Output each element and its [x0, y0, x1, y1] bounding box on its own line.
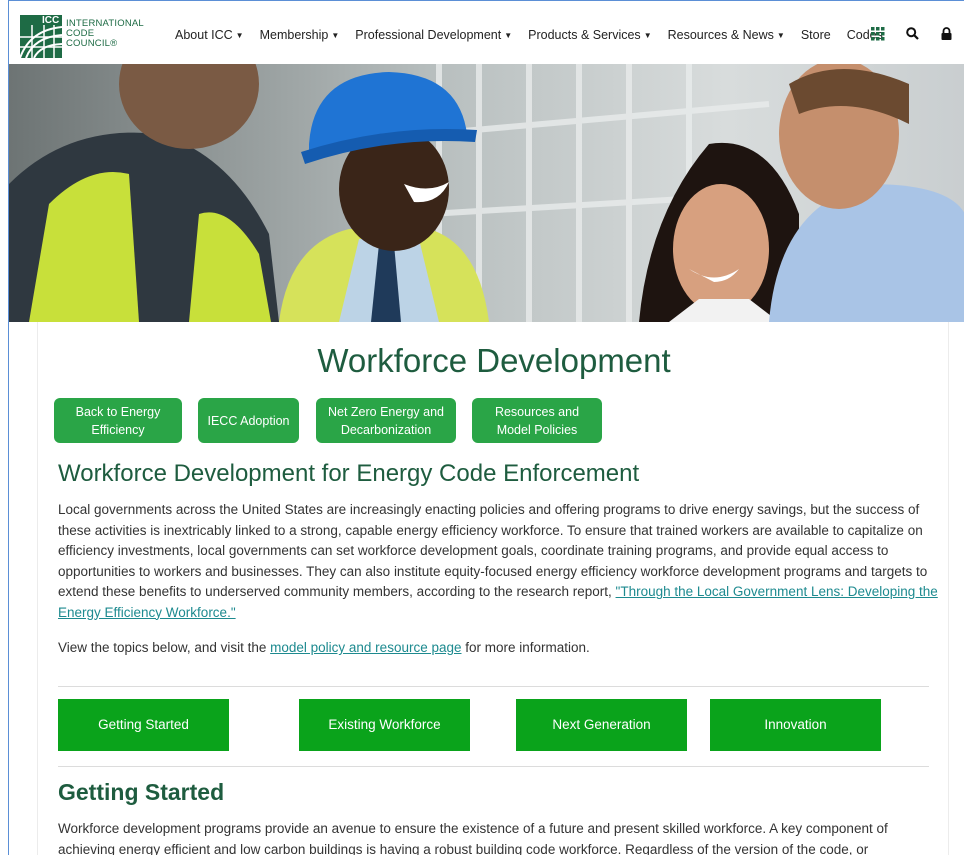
label-line: Decarbonization [340, 422, 432, 437]
label-line: Resources and [494, 404, 580, 419]
logo-mark-text: ICC [42, 15, 60, 26]
nav-label: Professional Development [355, 28, 502, 42]
divider [58, 686, 929, 687]
tab-next-generation[interactable]: Next Generation [516, 699, 687, 751]
photo-construction-workers-icon [9, 64, 964, 322]
net-zero-energy-button[interactable]: Net Zero Energy and Decarbonization [316, 398, 456, 443]
logo-wordmark: International Code Council® [66, 15, 144, 49]
label-line: Efficiency [91, 422, 145, 437]
caret-down-icon: ▼ [235, 31, 244, 40]
caret-down-icon: ▼ [643, 31, 652, 40]
site-header: ICC International Code Council® About IC… [9, 1, 964, 64]
caret-down-icon: ▼ [776, 31, 785, 40]
getting-started-paragraph: Workforce development programs provide a… [58, 821, 888, 855]
button-label: Back to Energy Efficiency [76, 403, 161, 439]
model-policy-link[interactable]: model policy and resource page [270, 640, 461, 655]
nav-label: Products & Services [528, 28, 641, 42]
section-heading: Workforce Development for Energy Code En… [58, 460, 640, 487]
getting-started-heading: Getting Started [58, 779, 225, 805]
nav-label: Resources & News [667, 28, 774, 42]
divider [58, 766, 929, 767]
search-icon[interactable] [903, 27, 921, 45]
nav-professional-development[interactable]: Professional Development ▼ [355, 28, 512, 42]
topics-prefix: View the topics below, and visit the [58, 640, 271, 655]
lock-icon[interactable] [937, 27, 955, 45]
logo-line-3: Council® [66, 38, 118, 49]
page-title: Workforce Development [317, 342, 671, 379]
label-line: Back to Energy [75, 404, 161, 419]
intro-paragraph: Local governments across the United Stat… [58, 500, 938, 623]
nav-membership[interactable]: Membership ▼ [260, 28, 340, 42]
label-line: Net Zero Energy and [327, 404, 445, 419]
back-to-energy-efficiency-button[interactable]: Back to Energy Efficiency [54, 398, 182, 443]
caret-down-icon: ▼ [331, 31, 340, 40]
tab-existing-workforce[interactable]: Existing Workforce [299, 699, 470, 751]
tab-getting-started[interactable]: Getting Started [58, 699, 229, 751]
main-content: Workforce Development Back to Energy Effi… [37, 322, 949, 855]
nav-label: Store [800, 28, 831, 42]
label-line: Model Policies [496, 422, 578, 437]
icc-logo[interactable]: ICC International Code Council® [20, 15, 144, 58]
topics-suffix: for more information. [461, 640, 590, 655]
button-label: Resources and Model Policies [495, 403, 579, 439]
caret-down-icon: ▼ [504, 31, 513, 40]
nav-about-icc[interactable]: About ICC ▼ [175, 28, 244, 42]
nav-label: Membership [259, 28, 329, 42]
button-label: Net Zero Energy and Decarbonization [328, 403, 444, 439]
nav-store[interactable]: Store [801, 28, 831, 42]
main-nav: About ICC ▼ Membership ▼ Professional Deve… [175, 28, 899, 42]
icc-logo-mark: ICC [20, 15, 62, 58]
resources-model-policies-button[interactable]: Resources and Model Policies [472, 398, 602, 443]
tab-innovation[interactable]: Innovation [710, 699, 881, 751]
hero-image [9, 64, 964, 322]
apps-grid-icon[interactable] [869, 27, 887, 45]
button-label: IECC Adoption [207, 413, 290, 428]
browser-viewport: ICC International Code Council® About IC… [8, 0, 964, 855]
header-tools [853, 27, 955, 45]
iecc-adoption-button[interactable]: IECC Adoption [198, 398, 299, 443]
topics-paragraph: View the topics below, and visit the mod… [58, 638, 590, 658]
nav-resources-news[interactable]: Resources & News ▼ [668, 28, 785, 42]
globe-grid-icon [20, 25, 62, 58]
nav-label: About ICC [175, 28, 233, 42]
nav-products-services[interactable]: Products & Services ▼ [528, 28, 651, 42]
